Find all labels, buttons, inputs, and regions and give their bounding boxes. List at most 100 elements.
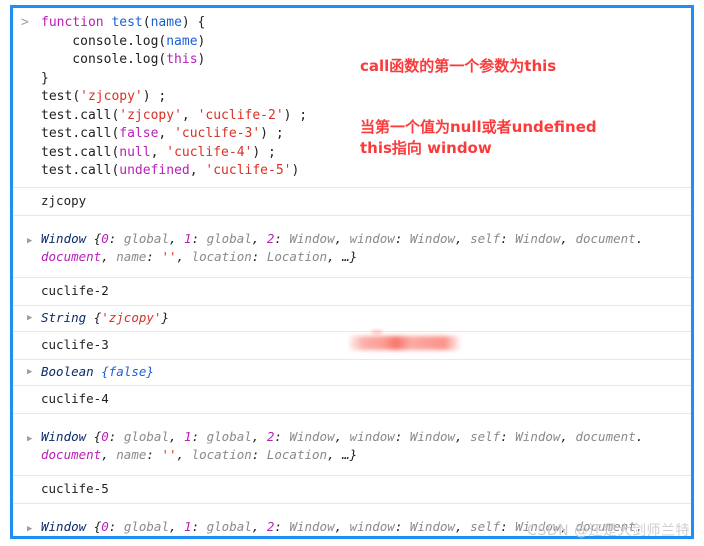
code-token: test bbox=[41, 144, 73, 160]
object-preview-line: document, name: '', location: Location, … bbox=[41, 536, 691, 540]
code-token: 'cuclife-3' bbox=[174, 126, 261, 141]
object-token: Window bbox=[41, 428, 94, 444]
object-token: , bbox=[101, 446, 117, 462]
code-token: undefined bbox=[119, 163, 190, 178]
code-token: null bbox=[119, 144, 151, 160]
object-token: : bbox=[252, 537, 267, 540]
object-token: : bbox=[146, 248, 162, 264]
object-token: Location bbox=[267, 537, 327, 540]
object-token: self bbox=[470, 230, 501, 246]
object-token: Window bbox=[289, 428, 335, 444]
object-token: global bbox=[123, 518, 169, 534]
code-line: test('zjcopy') ; bbox=[41, 88, 691, 107]
expand-triangle-icon[interactable]: ▶ bbox=[27, 430, 32, 448]
object-token: Window bbox=[41, 230, 94, 246]
expand-triangle-icon[interactable]: ▶ bbox=[27, 520, 32, 537]
console-object-row[interactable]: ▶ String {'zjcopy'} bbox=[13, 306, 691, 332]
object-token: : bbox=[108, 230, 124, 246]
object-token: , bbox=[334, 230, 350, 246]
code-token: test bbox=[41, 107, 73, 123]
object-token: window bbox=[349, 230, 395, 246]
expand-triangle-icon[interactable]: ▶ bbox=[27, 363, 32, 381]
console-log-row[interactable]: zjcopy bbox=[13, 188, 691, 216]
code-token: name bbox=[166, 33, 198, 49]
console-object-row-window[interactable]: ▶ Window {0: global, 1: global, 2: Window… bbox=[13, 414, 691, 476]
code-token: ) ; bbox=[142, 89, 167, 104]
console-log-row[interactable]: cuclife-3 bbox=[13, 332, 691, 360]
object-token: String bbox=[41, 309, 94, 325]
object-token: Location bbox=[266, 248, 328, 264]
object-token: document bbox=[41, 446, 102, 462]
annotation-call-first-arg-is-this: call函数的第一个参数为this bbox=[360, 57, 557, 75]
object-token: Boolean bbox=[41, 363, 102, 379]
console-log-row[interactable]: cuclife-4 bbox=[13, 386, 691, 414]
object-token: , bbox=[334, 428, 350, 444]
object-token: : bbox=[146, 446, 162, 462]
console-log-text: cuclife-3 bbox=[41, 336, 109, 352]
annotation-null-undefined-points-to-window: 当第一个值为null或者undefined this指向 window bbox=[360, 118, 597, 157]
code-token: , bbox=[150, 144, 167, 160]
console-object-row-window[interactable]: ▶ Window {0: global, 1: global, 2: Window… bbox=[13, 504, 691, 540]
object-preview-line: String {'zjcopy'} bbox=[41, 309, 691, 327]
object-token: , bbox=[455, 518, 471, 534]
object-token: : bbox=[251, 446, 267, 462]
devtools-console-panel[interactable]: > function test(name) { console.log(name… bbox=[10, 5, 694, 539]
object-token: : bbox=[191, 230, 207, 246]
console-input-block[interactable]: > function test(name) { console.log(name… bbox=[13, 8, 691, 188]
object-token: } bbox=[146, 363, 154, 379]
object-token: , bbox=[176, 248, 192, 264]
object-token: document bbox=[575, 428, 636, 444]
code-token: test bbox=[41, 126, 73, 141]
object-token: Window bbox=[515, 518, 561, 534]
object-token: , bbox=[334, 518, 350, 534]
object-token: , …} bbox=[327, 248, 358, 264]
console-output-list[interactable]: zjcopy ▶ Window {0: global, 1: global, 2: … bbox=[13, 188, 691, 540]
object-token: Window bbox=[409, 428, 456, 444]
object-token: : bbox=[191, 518, 207, 534]
object-token: , …} bbox=[327, 537, 357, 540]
object-token: 1 bbox=[184, 230, 192, 246]
code-token: ) ; bbox=[252, 144, 276, 160]
object-token: global bbox=[206, 518, 252, 534]
expand-triangle-icon[interactable]: ▶ bbox=[27, 232, 32, 250]
object-token: , bbox=[168, 428, 185, 444]
redaction-blur-speck bbox=[372, 330, 382, 334]
object-token: global bbox=[206, 230, 252, 246]
code-token: .call( bbox=[72, 107, 120, 123]
object-token: Window bbox=[409, 230, 456, 246]
code-token: } bbox=[41, 70, 49, 86]
expand-triangle-icon[interactable]: ▶ bbox=[27, 309, 32, 327]
code-token: ) bbox=[197, 33, 206, 49]
console-log-text: zjcopy bbox=[41, 192, 87, 208]
console-log-row[interactable]: cuclife-2 bbox=[13, 278, 691, 306]
console-object-row[interactable]: ▶ Boolean {false} bbox=[13, 360, 691, 386]
code-token: . bbox=[127, 33, 135, 49]
object-token: : bbox=[394, 518, 410, 534]
code-token: .call( bbox=[72, 126, 120, 141]
object-token: 0 bbox=[101, 428, 109, 444]
code-token: 'cuclife-4' bbox=[166, 144, 253, 160]
object-token: false bbox=[108, 363, 147, 379]
object-token: Window bbox=[515, 230, 561, 246]
code-token: , bbox=[158, 126, 175, 141]
object-token: location bbox=[192, 537, 252, 540]
console-object-row-window[interactable]: ▶ Window {0: global, 1: global, 2: Window… bbox=[13, 216, 691, 278]
code-token: .call( bbox=[72, 163, 120, 178]
object-preview-line: Window {0: global, 1: global, 2: Window,… bbox=[41, 518, 691, 536]
console-log-text: cuclife-4 bbox=[41, 390, 109, 406]
code-token: console bbox=[41, 33, 128, 49]
console-log-row[interactable]: cuclife-5 bbox=[13, 476, 691, 504]
code-line: function test(name) { bbox=[41, 14, 691, 33]
code-token: test bbox=[111, 15, 143, 30]
object-token: } bbox=[161, 309, 169, 325]
object-token: document bbox=[41, 537, 101, 540]
code-token: .call( bbox=[72, 144, 120, 160]
code-token: . bbox=[127, 52, 135, 67]
object-token: global bbox=[123, 428, 169, 444]
object-token: { bbox=[101, 363, 109, 379]
object-token: '' bbox=[161, 446, 177, 462]
object-token: , bbox=[101, 537, 116, 540]
object-token: . bbox=[635, 230, 644, 246]
object-token: : bbox=[251, 248, 267, 264]
code-line: test.call(undefined, 'cuclife-5') bbox=[41, 162, 691, 181]
